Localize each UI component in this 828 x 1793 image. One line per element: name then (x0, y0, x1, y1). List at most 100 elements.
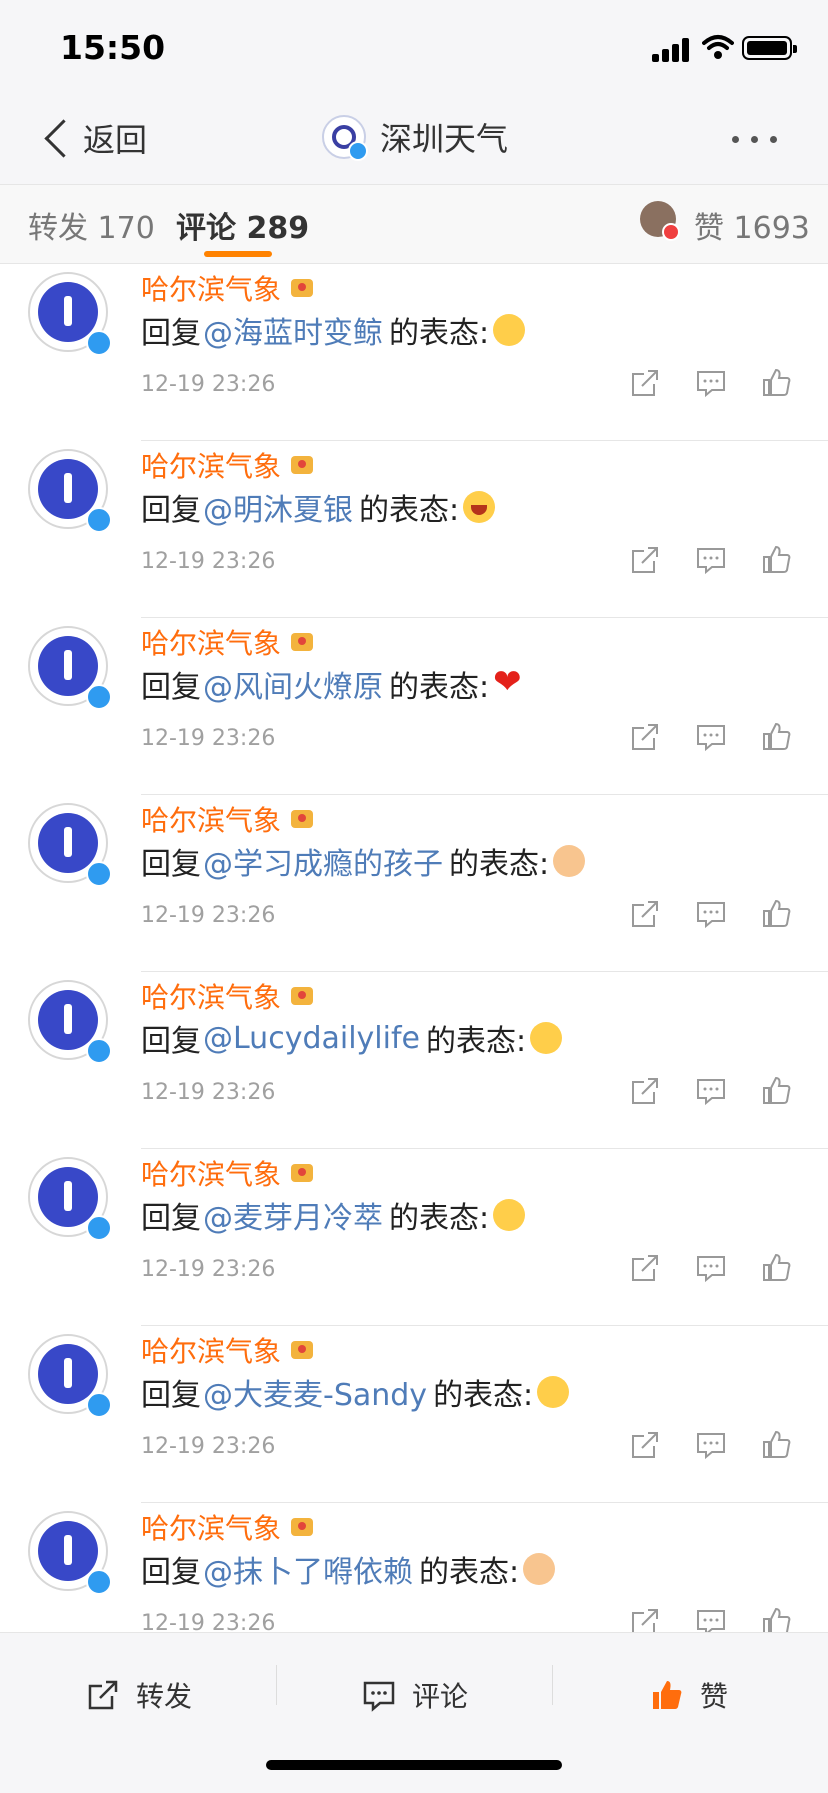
comment-text: 回复 @抹卜了嘚依赖 的表态: (141, 1547, 556, 1591)
comment-actions (630, 1253, 792, 1283)
reaction-text: 的表态: (449, 847, 550, 882)
tab-comments[interactable]: 评论 289 (176, 203, 309, 247)
commenter-name[interactable]: 哈尔滨气象 (141, 1330, 314, 1370)
crown-icon (291, 1518, 314, 1536)
like-icon[interactable] (762, 545, 792, 575)
home-indicator (266, 1760, 562, 1770)
commenter-name[interactable]: 哈尔滨气象 (141, 1507, 314, 1547)
comment-icon[interactable] (696, 1253, 726, 1283)
more-icon[interactable] (732, 136, 777, 143)
comment-icon[interactable] (696, 899, 726, 929)
like-icon[interactable] (762, 722, 792, 752)
share-icon[interactable] (630, 1430, 660, 1460)
repost-label: 转发 (136, 1680, 193, 1713)
commenter-avatar[interactable] (28, 626, 112, 710)
account-header[interactable]: 深圳天气 (322, 114, 509, 161)
reaction-emoji-icon (493, 662, 525, 702)
comment-icon[interactable] (696, 1430, 726, 1460)
comment-text: 回复 @明沐夏银 的表态: (141, 485, 496, 529)
reply-prefix: 回复 (141, 1555, 201, 1590)
commenter-name[interactable]: 哈尔滨气象 (141, 268, 314, 308)
verified-badge-icon (86, 1569, 112, 1595)
comment-icon[interactable] (696, 545, 726, 575)
comment-text: 回复 @风间火燎原 的表态: (141, 662, 525, 706)
commenter-avatar[interactable] (28, 980, 112, 1064)
share-icon[interactable] (630, 545, 660, 575)
like-button[interactable]: 赞 (650, 1675, 728, 1715)
reply-prefix: 回复 (141, 1024, 201, 1059)
tab-likes[interactable]: 赞 1693 (694, 203, 810, 247)
reaction-emoji-icon (523, 1553, 556, 1585)
share-icon[interactable] (630, 899, 660, 929)
commenter-name[interactable]: 哈尔滨气象 (141, 976, 314, 1016)
reaction-text: 的表态: (426, 1024, 527, 1059)
reaction-text: 的表态: (419, 1555, 520, 1590)
divider (552, 1665, 553, 1705)
navigation-bar: 返回 深圳天气 (0, 92, 828, 185)
like-icon[interactable] (762, 899, 792, 929)
mention-link[interactable]: @大麦麦-Sandy (203, 1370, 427, 1414)
comment-item: 哈尔滨气象 回复 @大麦麦-Sandy 的表态: 12-19 23:26 (0, 1326, 828, 1503)
verified-badge-icon (86, 861, 112, 887)
mention-link[interactable]: @麦芽月冷萃 (203, 1193, 383, 1237)
commenter-name[interactable]: 哈尔滨气象 (141, 445, 314, 485)
mention-link[interactable]: @Lucydailylife (203, 1021, 420, 1056)
commenter-name[interactable]: 哈尔滨气象 (141, 622, 314, 662)
comment-button[interactable]: 评论 (362, 1675, 468, 1715)
share-icon[interactable] (630, 1253, 660, 1283)
comment-item: 哈尔滨气象 回复 @学习成瘾的孩子 的表态: 12-19 23:26 (0, 795, 828, 972)
commenter-avatar[interactable] (28, 1511, 112, 1595)
crown-icon (291, 1341, 314, 1359)
comment-icon[interactable] (696, 1076, 726, 1106)
commenter-name-text: 哈尔滨气象 (141, 804, 282, 837)
like-icon[interactable] (762, 1076, 792, 1106)
comment-timestamp: 12-19 23:26 (141, 1257, 276, 1282)
like-icon[interactable] (762, 1430, 792, 1460)
divider (276, 1665, 277, 1705)
comment-text: 回复 @Lucydailylife 的表态: (141, 1016, 563, 1060)
like-icon[interactable] (762, 368, 792, 398)
status-time: 15:50 (60, 28, 166, 67)
commenter-avatar[interactable] (28, 272, 112, 356)
comment-actions (630, 1076, 792, 1106)
share-icon[interactable] (630, 368, 660, 398)
tab-reposts[interactable]: 转发 170 (28, 203, 155, 247)
comment-item: 哈尔滨气象 回复 @风间火燎原 的表态: 12-19 23:26 (0, 618, 828, 795)
comment-timestamp: 12-19 23:26 (141, 549, 276, 574)
commenter-name-text: 哈尔滨气象 (141, 273, 282, 306)
back-button[interactable]: 返回 (40, 116, 147, 160)
commenter-avatar[interactable] (28, 449, 112, 533)
commenter-avatar[interactable] (28, 1157, 112, 1241)
reaction-emoji-icon (493, 1199, 526, 1231)
reaction-text: 的表态: (359, 493, 460, 528)
reaction-text: 的表态: (389, 316, 490, 351)
commenter-name-text: 哈尔滨气象 (141, 981, 282, 1014)
verified-badge-icon (348, 141, 368, 161)
crown-icon (291, 1164, 314, 1182)
mention-link[interactable]: @抹卜了嘚依赖 (203, 1547, 413, 1591)
mention-link[interactable]: @学习成瘾的孩子 (203, 839, 443, 883)
mention-link[interactable]: @风间火燎原 (203, 662, 383, 706)
like-label: 赞 (700, 1680, 729, 1713)
page-title: 深圳天气 (380, 120, 509, 158)
reply-prefix: 回复 (141, 847, 201, 882)
share-icon[interactable] (630, 1076, 660, 1106)
commenter-name[interactable]: 哈尔滨气象 (141, 799, 314, 839)
commenter-avatar[interactable] (28, 803, 112, 887)
share-icon[interactable] (630, 722, 660, 752)
comment-icon[interactable] (696, 722, 726, 752)
crown-icon (291, 987, 314, 1005)
reply-prefix: 回复 (141, 1378, 201, 1413)
crown-icon (291, 633, 314, 651)
commenter-name[interactable]: 哈尔滨气象 (141, 1153, 314, 1193)
wifi-icon (702, 35, 734, 59)
like-icon[interactable] (762, 1253, 792, 1283)
crown-icon (291, 810, 314, 828)
mention-link[interactable]: @明沐夏银 (203, 485, 353, 529)
repost-button[interactable]: 转发 (86, 1675, 192, 1715)
mention-link[interactable]: @海蓝时变鲸 (203, 308, 383, 352)
commenter-avatar[interactable] (28, 1334, 112, 1418)
comment-icon[interactable] (696, 368, 726, 398)
reply-prefix: 回复 (141, 1201, 201, 1236)
commenter-name-text: 哈尔滨气象 (141, 1158, 282, 1191)
